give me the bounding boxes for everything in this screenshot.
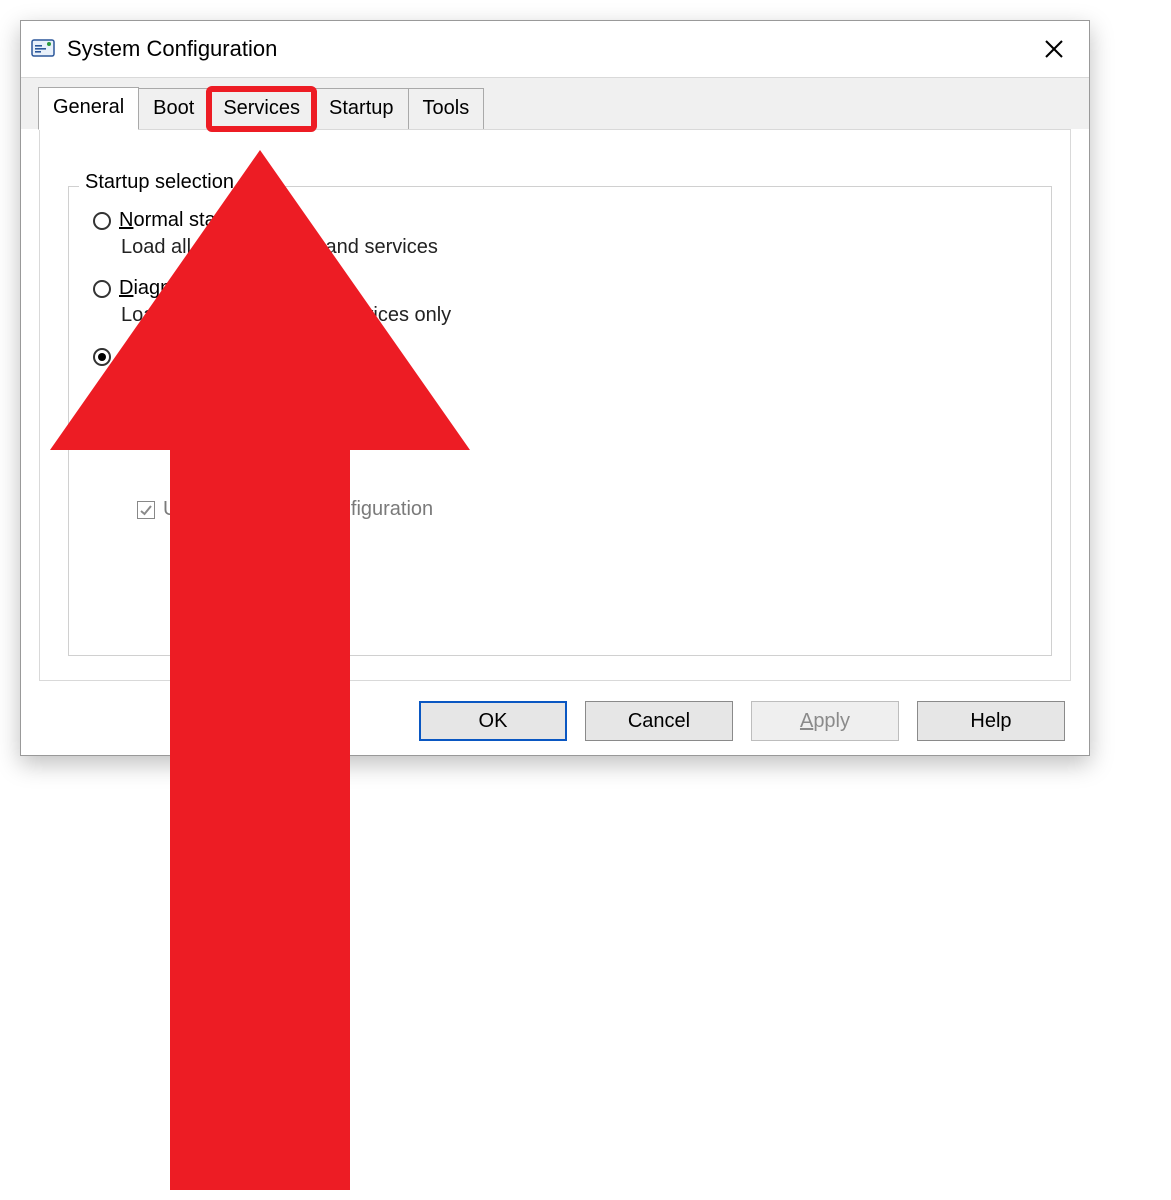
window-title: System Configuration [67, 36, 1029, 62]
tabstrip: General Boot Services Startup Tools [21, 77, 1089, 129]
group-legend: Startup selection [79, 171, 240, 194]
ok-button[interactable]: OK [419, 701, 567, 741]
dialog-button-row: OK Cancel Apply Help [419, 701, 1065, 741]
option-diagnostic-startup[interactable]: Diagnostic startup Load basic devices an… [93, 277, 1027, 327]
radio-selective[interactable] [93, 348, 111, 366]
system-configuration-dialog: System Configuration General Boot Servic… [20, 20, 1090, 756]
option-normal-startup[interactable]: Normal startup Load all device drivers a… [93, 209, 1027, 259]
boot-config-label: Use original boot configuration [163, 498, 433, 521]
option-diagnostic-label: Diagnostic startup [119, 277, 279, 300]
close-button[interactable] [1029, 36, 1079, 62]
radio-normal[interactable] [93, 212, 111, 230]
tab-boot[interactable]: Boot [138, 88, 209, 130]
tab-panel-general: Startup selection Normal startup Load al… [39, 129, 1071, 681]
option-normal-desc: Load all device drivers and services [121, 236, 1027, 259]
help-button[interactable]: Help [917, 701, 1065, 741]
option-diagnostic-desc: Load basic devices and services only [121, 304, 1027, 327]
checkmark-icon [139, 503, 153, 517]
radio-diagnostic[interactable] [93, 280, 111, 298]
cancel-button[interactable]: Cancel [585, 701, 733, 741]
use-original-boot-config: Use original boot configuration [137, 498, 1027, 521]
option-selective-startup[interactable]: Selective startup [93, 345, 1027, 368]
close-icon [1045, 40, 1063, 58]
titlebar: System Configuration [21, 21, 1089, 77]
tab-general[interactable]: General [38, 87, 139, 130]
startup-selection-group: Startup selection Normal startup Load al… [68, 186, 1052, 656]
option-normal-label: Normal startup [119, 209, 250, 232]
tab-startup[interactable]: Startup [314, 88, 408, 130]
tab-services[interactable]: Services [208, 88, 315, 130]
tab-tools[interactable]: Tools [408, 88, 485, 130]
apply-button: Apply [751, 701, 899, 741]
checkbox-boot-config [137, 501, 155, 519]
option-selective-label: Selective startup [119, 345, 267, 368]
msconfig-icon [31, 37, 55, 61]
